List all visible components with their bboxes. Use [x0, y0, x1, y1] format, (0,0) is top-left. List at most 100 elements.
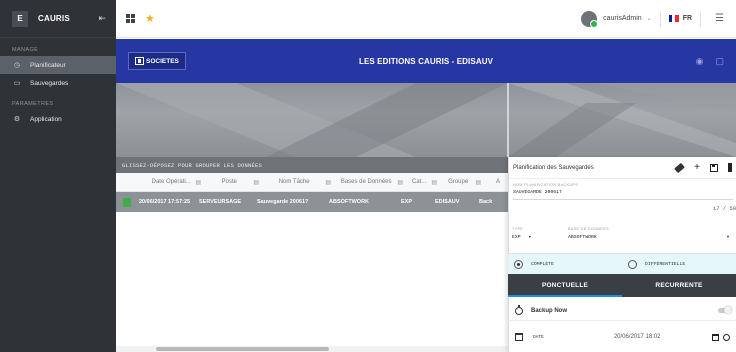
- divider: [700, 10, 702, 27]
- type-label: TYPE: [512, 227, 524, 231]
- sidebar-item-application[interactable]: ⚙ Application: [0, 110, 116, 128]
- time-picker-icon[interactable]: [723, 333, 730, 341]
- collapse-arrow-icon[interactable]: ⇤: [98, 13, 106, 24]
- brand-name: CAURIS: [38, 14, 70, 23]
- mode-diff-radio[interactable]: DIFFÉRENTIELLE: [622, 254, 736, 274]
- name-field-value[interactable]: SAUVEGARDE 200617: [513, 190, 733, 195]
- filter-icon[interactable]: ▤: [325, 179, 331, 186]
- backup-now-row: Backup Now: [508, 301, 736, 321]
- folder-icon: ▭: [13, 80, 21, 87]
- horizontal-scrollbar[interactable]: [116, 346, 508, 352]
- cell-groupe: EDISAUV: [435, 199, 460, 205]
- mode-complete-label: COMPLÈTE: [531, 261, 555, 267]
- sidebar-item-planificateur[interactable]: ◷ Planificateur: [0, 56, 116, 74]
- field-underline: [513, 199, 733, 200]
- col-cat[interactable]: Cat... ▤: [406, 173, 440, 191]
- eye-icon[interactable]: ◉: [696, 56, 704, 67]
- sidebar-item-label: Application: [30, 115, 62, 123]
- type-select[interactable]: TYPE EXP ▼: [512, 227, 568, 240]
- avatar[interactable]: [581, 10, 599, 28]
- table-row[interactable]: 20/06/2017 17:57:25 SERVEURSAGE Sauvegar…: [116, 192, 508, 212]
- cell-poste: SERVEURSAGE: [199, 199, 242, 205]
- filter-icon[interactable]: ▤: [195, 179, 201, 186]
- section-manage: MANAGE: [12, 47, 39, 53]
- timer-icon: [515, 304, 523, 315]
- date-label: DATE: [533, 334, 544, 340]
- societes-button[interactable]: SOCIETES: [128, 52, 186, 70]
- building-icon: [135, 57, 144, 65]
- name-field-label: NOM PLANIFICATION BACKUPS: [513, 183, 579, 187]
- col-groupe[interactable]: Groupe ▤: [440, 173, 484, 191]
- base-select[interactable]: BASE DE DONNEES ABSOFTWORK: [568, 227, 728, 240]
- backup-now-toggle[interactable]: [718, 306, 732, 314]
- radio-selected-icon[interactable]: [514, 259, 523, 269]
- gear-icon: ⚙: [13, 116, 21, 123]
- date-value[interactable]: 20/06/2017 18:02: [614, 334, 661, 340]
- radio-icon[interactable]: [628, 259, 637, 269]
- type-value: EXP: [512, 235, 521, 240]
- sidebar: E CAURIS ⇤ MANAGE ◷ Planificateur ▭ Sauv…: [0, 0, 116, 352]
- brand: E CAURIS ⇤: [0, 0, 116, 38]
- scrollbar-thumb[interactable]: [156, 347, 329, 351]
- filter-icon[interactable]: ▤: [253, 179, 259, 186]
- base-value: ABSOFTWORK: [568, 235, 597, 240]
- menu-icon[interactable]: ☰: [715, 13, 724, 24]
- dropdown-arrow-icon[interactable]: ▼: [726, 234, 730, 239]
- filter-icon[interactable]: ▤: [475, 179, 481, 186]
- hero-beams: [116, 83, 736, 157]
- panel-title: Planification des Sauvegardes: [513, 164, 594, 171]
- language-selector[interactable]: FR: [683, 15, 692, 22]
- sidebar-item-label: Sauvegardes: [30, 79, 69, 87]
- societes-label: SOCIETES: [146, 57, 179, 65]
- table-body: [116, 212, 508, 346]
- mode-complete-radio[interactable]: COMPLÈTE: [508, 254, 622, 274]
- tab-recurrente[interactable]: RECURRENTE: [622, 274, 736, 297]
- sidebar-item-sauvegardes[interactable]: ▭ Sauvegardes: [0, 74, 116, 92]
- apps-grid-icon[interactable]: [126, 14, 135, 23]
- chevron-down-icon[interactable]: ⌄: [647, 15, 652, 22]
- dropdown-arrow-icon[interactable]: ▼: [529, 236, 531, 240]
- char-counter: 17 / 50: [712, 205, 736, 212]
- col-a[interactable]: A: [484, 173, 508, 191]
- table-header: Date Opérati... ▤ Poste ▤ Nom Tâche ▤ Bases…: [116, 173, 508, 192]
- date-picker-icon[interactable]: [712, 333, 719, 341]
- username[interactable]: caurisAdmin: [603, 15, 642, 22]
- filter-icon[interactable]: ▤: [431, 179, 437, 186]
- flag-fr-icon[interactable]: [668, 15, 679, 22]
- col-tache[interactable]: Nom Tâche ▤: [262, 173, 334, 191]
- company-title: LES EDITIONS CAURIS - EDISAUV: [358, 56, 494, 66]
- group-drop-zone[interactable]: GLISSEZ-DÉPOSEZ POUR GROUPER LES DONNÉES: [116, 157, 508, 173]
- cell-a: Back: [479, 199, 493, 205]
- delete-icon[interactable]: [728, 163, 732, 172]
- col-date[interactable]: Date Opérati... ▤: [146, 173, 204, 191]
- base-label: BASE DE DONNEES: [568, 227, 609, 231]
- hero-image: [116, 83, 736, 157]
- row-status-icon: [123, 197, 131, 207]
- schedule-tabs: PONCTUELLE RECURRENTE: [508, 274, 736, 297]
- cell-cat: EXP: [401, 199, 413, 205]
- star-icon[interactable]: ★: [145, 12, 155, 25]
- col-base[interactable]: Bases de Données ▤: [334, 173, 406, 191]
- name-field[interactable]: NOM PLANIFICATION BACKUPS SAUVEGARDE 200…: [513, 183, 733, 200]
- divider: [659, 10, 661, 27]
- tab-ponctuelle[interactable]: PONCTUELLE: [508, 274, 622, 297]
- cell-tache: Sauvegarde 20061?: [257, 199, 309, 205]
- date-row: DATE 20/06/2017 18:02: [508, 327, 736, 347]
- sidebar-item-label: Planificateur: [30, 61, 66, 69]
- brand-logo: E: [12, 10, 28, 27]
- clock-icon: ◷: [13, 62, 21, 69]
- cell-base: ABSOFTWORK: [329, 199, 370, 205]
- filter-icon[interactable]: ▤: [397, 179, 403, 186]
- backup-mode-row: COMPLÈTE DIFFÉRENTIELLE: [508, 253, 736, 274]
- mode-diff-label: DIFFÉRENTIELLE: [645, 261, 686, 267]
- eraser-icon[interactable]: [674, 162, 686, 173]
- panel-header: Planification des Sauvegardes +: [509, 157, 736, 179]
- add-icon[interactable]: +: [694, 162, 700, 173]
- calendar-icon: [515, 333, 523, 341]
- save-icon[interactable]: [710, 163, 718, 172]
- user-menu[interactable]: caurisAdmin ⌄: [581, 10, 652, 28]
- chat-icon[interactable]: ▢: [715, 56, 724, 67]
- col-poste[interactable]: Poste ▤: [204, 173, 262, 191]
- company-banner: SOCIETES LES EDITIONS CAURIS - EDISAUV ◉…: [116, 39, 736, 83]
- section-parametres: PARAMETRES: [12, 101, 54, 107]
